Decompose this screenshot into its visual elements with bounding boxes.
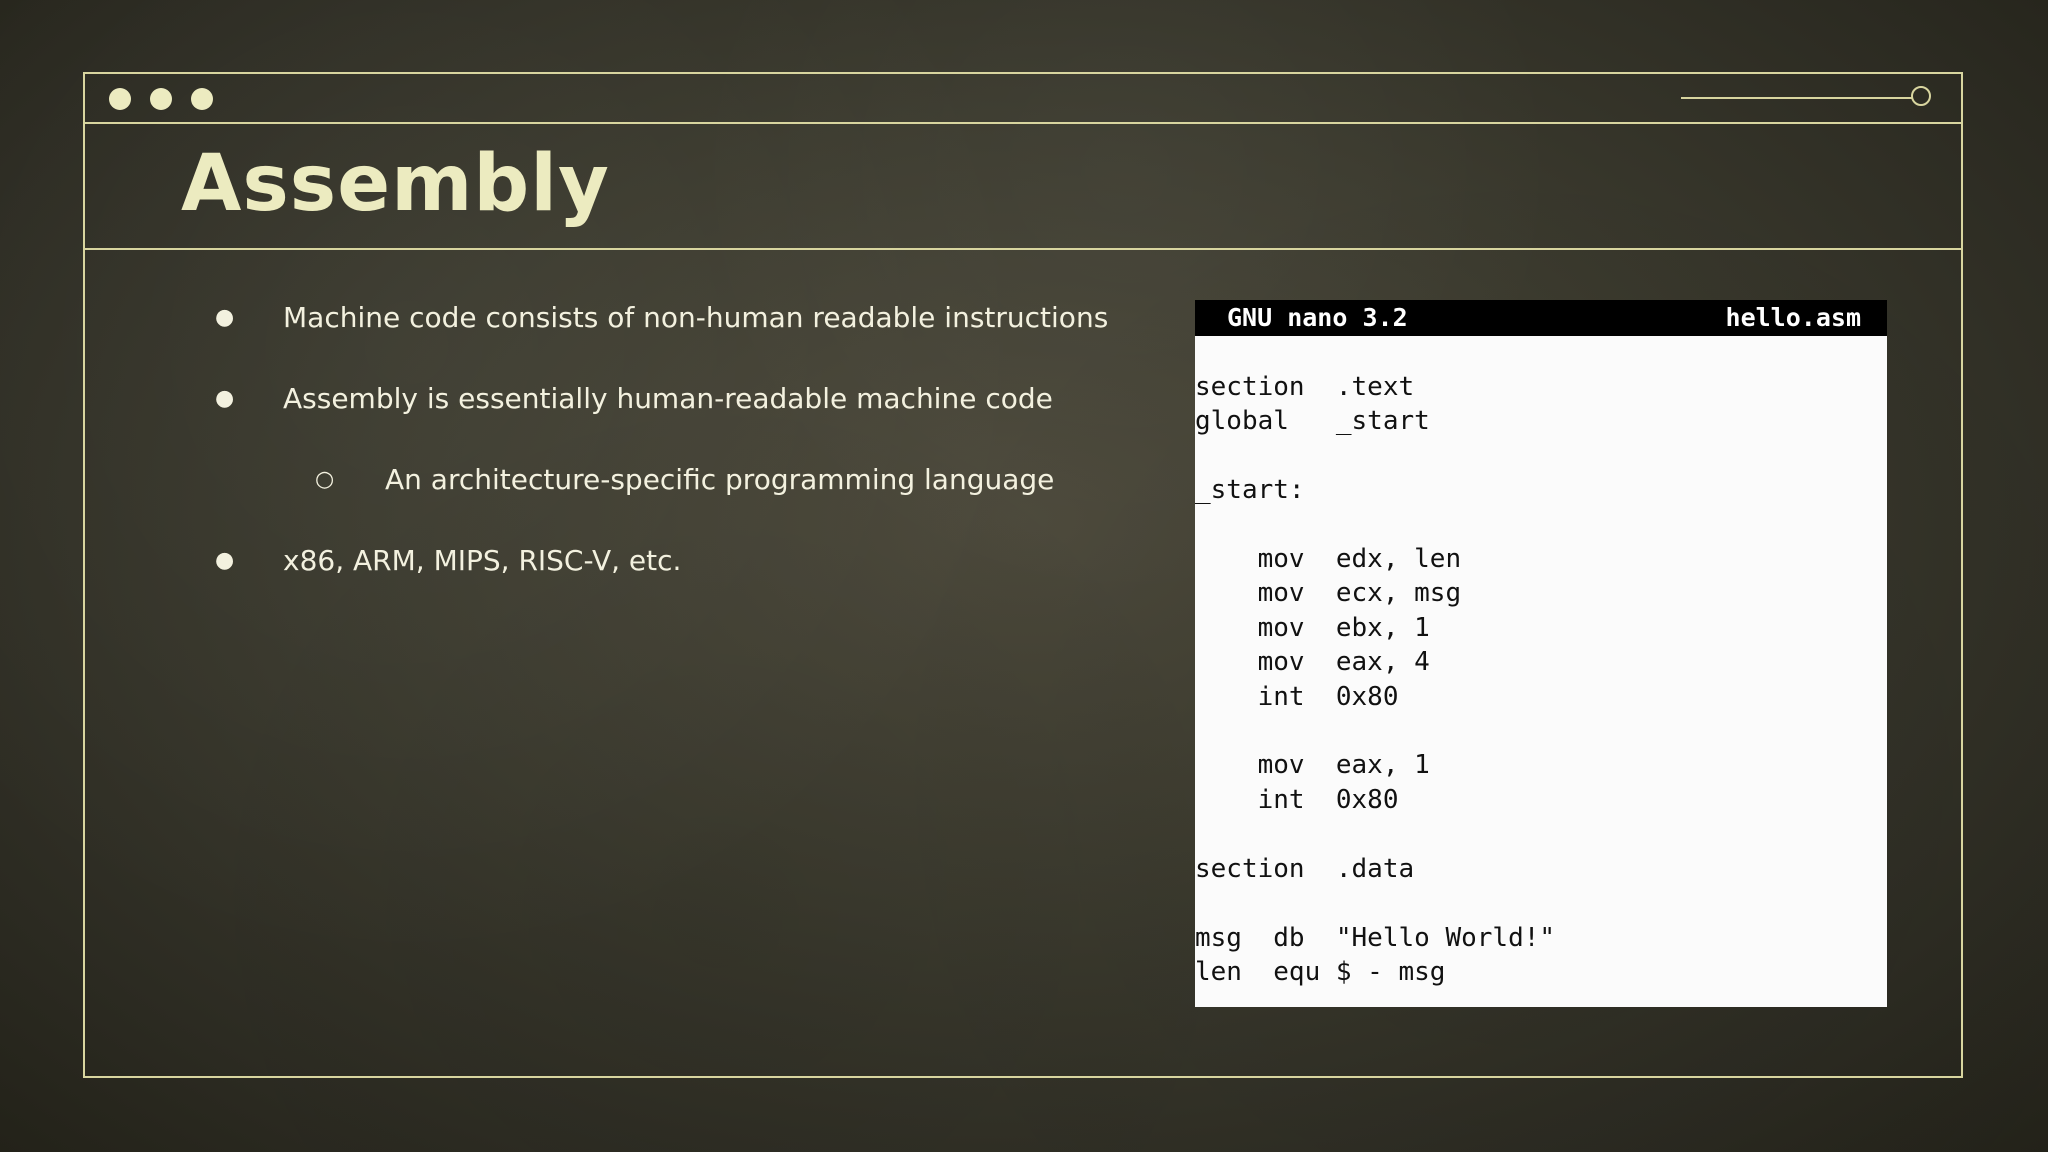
- bullet-dot-icon: ●: [215, 548, 235, 573]
- nano-filename: hello.asm: [1725, 303, 1861, 332]
- slide-title: Assembly: [181, 139, 610, 229]
- bullet-item-machine-code: ● Machine code consists of non-human rea…: [215, 300, 1109, 336]
- window-dot-1: [109, 88, 131, 110]
- bullet-item-architectures: ● x86, ARM, MIPS, RISC-V, etc.: [215, 543, 682, 579]
- bullet-circle-icon: ○: [315, 467, 335, 492]
- slider-knob: [1911, 86, 1931, 106]
- bullet-item-assembly: ● Assembly is essentially human-readable…: [215, 381, 1053, 417]
- assembly-code: section .text global _start _start: mov …: [1195, 372, 1556, 987]
- window-dot-3: [191, 88, 213, 110]
- bullet-text: Assembly is essentially human-readable m…: [283, 382, 1053, 415]
- bullet-text: An architecture-specific programming lan…: [385, 463, 1055, 496]
- title-band: Assembly: [85, 122, 1961, 250]
- bullet-dot-icon: ●: [215, 386, 235, 411]
- window-titlebar: [85, 74, 1961, 124]
- nano-editor-screenshot: GNU nano 3.2 hello.asm section .text glo…: [1195, 300, 1887, 1007]
- window-dot-2: [150, 88, 172, 110]
- bullet-text: x86, ARM, MIPS, RISC-V, etc.: [283, 544, 682, 577]
- bullet-text: Machine code consists of non-human reada…: [283, 301, 1109, 334]
- sub-bullet-item-architecture: ○ An architecture-specific programming l…: [315, 462, 1055, 498]
- slider-track: [1681, 97, 1912, 99]
- nano-app-name: GNU nano 3.2: [1227, 303, 1408, 332]
- nano-header-bar: GNU nano 3.2 hello.asm: [1195, 300, 1887, 336]
- bullet-dot-icon: ●: [215, 305, 235, 330]
